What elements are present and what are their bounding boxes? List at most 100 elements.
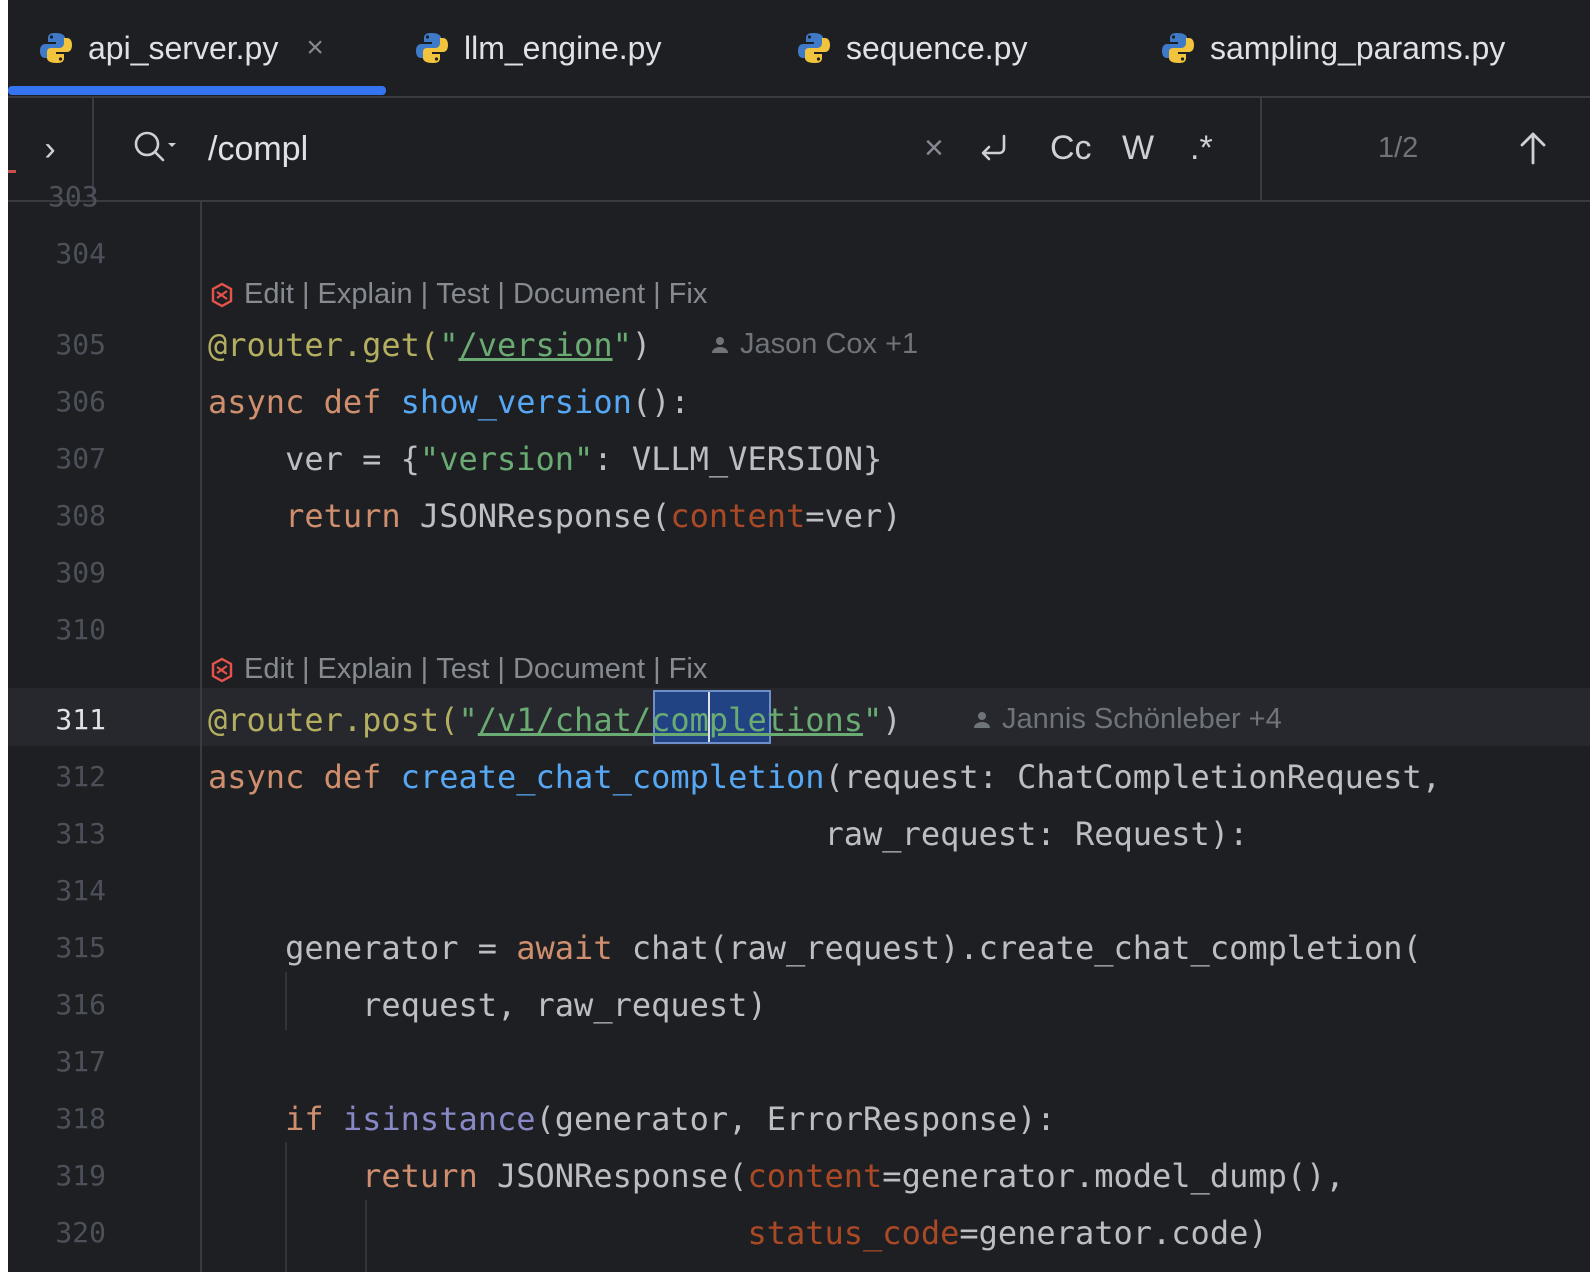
line-number: 304	[55, 237, 106, 270]
line-number: 316	[55, 988, 106, 1021]
active-tab-indicator	[8, 86, 386, 95]
python-file-icon	[416, 33, 448, 63]
string-quote: "	[612, 326, 632, 364]
tab-label: sampling_params.py	[1210, 29, 1506, 66]
search-input[interactable]	[208, 122, 888, 176]
string-quote: "	[458, 701, 478, 739]
python-file-icon	[40, 33, 72, 63]
code-line-316: request, raw_request)	[208, 983, 767, 1027]
lens-separator: |	[653, 278, 661, 310]
arrow-up-icon	[1520, 132, 1546, 165]
code-text: =generator.model_dump(),	[882, 1157, 1345, 1195]
code-line-318: if isinstance(generator, ErrorResponse):	[208, 1097, 1056, 1141]
code-line-319: return JSONResponse(content=generator.mo…	[208, 1154, 1345, 1198]
lens-test-link[interactable]: Test	[436, 653, 489, 686]
change-marker	[8, 170, 16, 173]
editor-tab-bar: api_server.py × llm_engine.py sequence.p…	[8, 0, 1590, 98]
search-history-icon[interactable]	[132, 128, 178, 168]
line-number: 319	[55, 1159, 106, 1192]
code-text: JSONResponse(	[419, 497, 671, 535]
route-path[interactable]: etions	[747, 701, 863, 739]
route-path[interactable]: /v1/chat	[478, 701, 632, 739]
author-name: Jason Cox +1	[740, 328, 919, 360]
tab-llm-engine[interactable]: llm_engine.py	[414, 0, 661, 96]
code-text: (request: ChatCompletionRequest,	[824, 758, 1442, 796]
lens-fix-link[interactable]: Fix	[669, 278, 708, 311]
decorator: @router.post(	[208, 701, 459, 739]
whole-words-toggle[interactable]: W	[1122, 120, 1154, 176]
function-name: show_version	[400, 383, 632, 421]
code-text: =ver)	[805, 497, 902, 535]
lens-edit-link[interactable]: Edit	[244, 278, 294, 311]
code-text: =generator.code)	[959, 1214, 1268, 1252]
lens-separator: |	[301, 653, 310, 685]
lens-test-link[interactable]: Test	[436, 278, 489, 311]
tab-label: llm_engine.py	[464, 29, 662, 66]
keyword: await	[516, 929, 613, 967]
string-quote: "	[863, 701, 883, 739]
ide-window: api_server.py × llm_engine.py sequence.p…	[8, 0, 1590, 1272]
paren: )	[882, 701, 902, 739]
code-line-315: generator = await chat(raw_request).crea…	[208, 926, 1422, 970]
lens-separator: |	[497, 653, 505, 685]
lens-document-link[interactable]: Document	[513, 278, 645, 311]
author-hint[interactable]: Jannis Schönleber +4	[972, 703, 1282, 736]
close-tab-icon[interactable]: ×	[306, 31, 324, 65]
code-text: JSONResponse(	[496, 1157, 748, 1195]
clear-search-icon[interactable]: ×	[924, 120, 944, 176]
tab-label: api_server.py	[88, 29, 279, 66]
lens-document-link[interactable]: Document	[513, 653, 645, 686]
code-line-307: ver = {"version": VLLM_VERSION}	[208, 437, 882, 481]
line-number-current: 311	[55, 703, 106, 736]
code-text: ():	[631, 383, 690, 421]
line-number: 308	[55, 499, 106, 532]
line-number: 313	[55, 817, 106, 850]
keyword: if	[208, 1100, 343, 1138]
newline-toggle-icon[interactable]	[974, 120, 1014, 176]
tab-sampling-params[interactable]: sampling_params.py	[1160, 0, 1505, 96]
lens-separator: |	[301, 278, 310, 310]
match-case-toggle[interactable]: Cc	[1050, 120, 1092, 176]
route-path[interactable]: /version	[458, 326, 612, 364]
lens-explain-link[interactable]: Explain	[318, 278, 413, 311]
python-file-icon	[1162, 33, 1194, 63]
previous-match-arrow-icon[interactable]	[1508, 120, 1558, 176]
line-number: 320	[55, 1216, 106, 1249]
string-quote: "	[439, 326, 459, 364]
parameter: content	[670, 497, 806, 535]
keyword: async def	[208, 758, 401, 796]
route-path-match[interactable]: /compl	[632, 701, 748, 739]
line-number: 305	[55, 328, 106, 361]
line-number: 307	[55, 442, 106, 475]
tab-sequence[interactable]: sequence.py	[796, 0, 1027, 96]
ai-assistant-icon	[211, 282, 233, 307]
code-line-313: raw_request: Request):	[208, 812, 1249, 856]
python-file-icon	[798, 33, 830, 63]
code-text: : VLLM_VERSION}	[593, 440, 883, 478]
paren: )	[631, 326, 652, 364]
line-number: 310	[55, 613, 106, 646]
code-editor[interactable]: 303 304 305 306 307 308 309 310 311 312 …	[8, 180, 1590, 1272]
code-line-320: status_code=generator.code)	[208, 1211, 1268, 1255]
lens-separator: |	[653, 653, 661, 685]
author-name: Jannis Schönleber +4	[1002, 703, 1282, 735]
tab-api-server[interactable]: api_server.py ×	[38, 0, 324, 96]
parameter: content	[747, 1157, 883, 1195]
lens-separator: |	[420, 653, 429, 685]
tab-label: sequence.py	[846, 29, 1028, 66]
person-icon	[712, 336, 728, 353]
lens-fix-link[interactable]: Fix	[669, 653, 708, 686]
decorator: @router.get(	[208, 326, 440, 364]
author-hint[interactable]: Jason Cox +1	[710, 328, 918, 361]
line-number: 317	[55, 1045, 106, 1078]
code-line-308: return JSONResponse(content=ver)	[208, 494, 902, 538]
line-number: 306	[55, 385, 106, 418]
ai-code-lens: Edit | Explain | Test | Document | Fix	[208, 653, 707, 686]
regex-toggle[interactable]: .*	[1190, 120, 1213, 176]
lens-separator: |	[497, 278, 505, 310]
match-counter: 1/2	[1378, 131, 1419, 164]
lens-explain-link[interactable]: Explain	[318, 653, 413, 686]
code-text: generator =	[208, 929, 517, 967]
lens-edit-link[interactable]: Edit	[244, 653, 294, 686]
gutter-separator	[200, 202, 202, 1272]
